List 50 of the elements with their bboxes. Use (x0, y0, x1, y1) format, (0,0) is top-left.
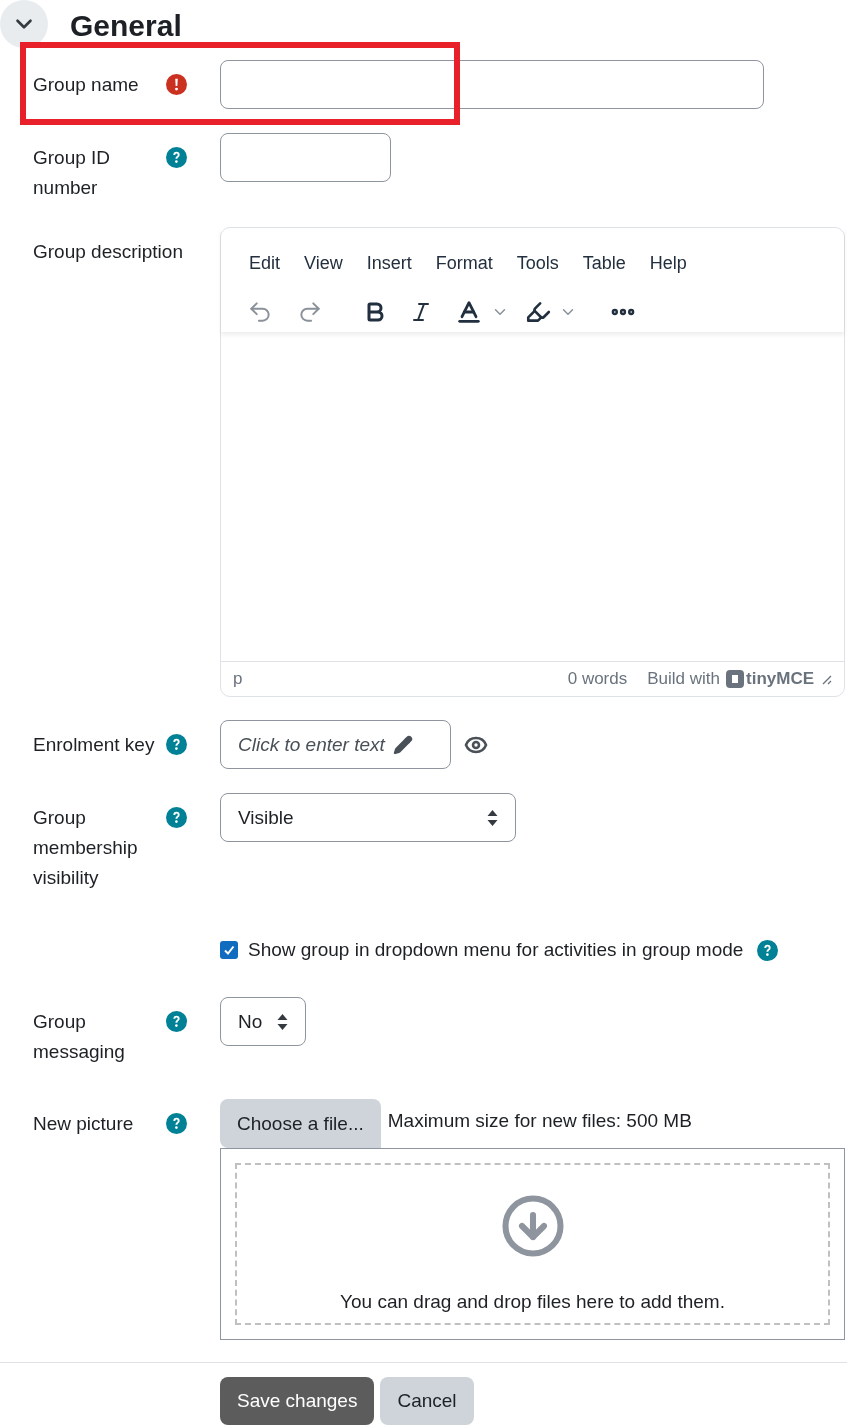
select-caret-icon (487, 808, 498, 827)
brand-caption: Build with (647, 668, 720, 690)
resize-handle-icon[interactable] (820, 673, 832, 685)
pencil-icon (392, 734, 413, 755)
menu-item[interactable]: Tools (506, 246, 569, 280)
help-icon[interactable] (166, 147, 187, 168)
checkbox-label[interactable]: Show group in dropdown menu for activities in group mode (248, 935, 744, 965)
help-icon[interactable] (166, 1011, 187, 1032)
cancel-button[interactable]: Cancel (380, 1377, 474, 1425)
field-label: New picture (33, 1112, 135, 1136)
redo-icon[interactable] (297, 299, 323, 325)
menu-item[interactable]: View (294, 246, 353, 280)
field-label: Enrolment key (33, 733, 156, 757)
save-button[interactable]: Save changes (220, 1377, 375, 1425)
word-count: 0 words (567, 668, 628, 690)
rich-text-editor[interactable]: Edit View Insert Format Tools Table Help p 0 words Build with tinyMCE (220, 227, 845, 697)
collapse-toggle[interactable] (0, 0, 48, 48)
checkbox[interactable] (220, 941, 238, 959)
undo-icon[interactable] (247, 299, 273, 325)
menu-item[interactable]: Format (425, 246, 503, 280)
field-label: Group ID number (33, 146, 112, 200)
help-icon[interactable] (166, 1113, 187, 1134)
text-field[interactable] (220, 60, 764, 109)
field-label: Group messaging (33, 1010, 126, 1064)
field-label: Group name (33, 73, 140, 97)
logo-icon (726, 670, 744, 688)
file-drop-area[interactable]: You can drag and drop files here to add them. (220, 1148, 845, 1340)
menu-item[interactable]: Help (639, 246, 697, 280)
menu-item[interactable]: Table (572, 246, 636, 280)
menu-item[interactable]: Insert (356, 246, 422, 280)
drop-hint: You can drag and drop files here to add them. (340, 1290, 725, 1314)
highlight-icon[interactable] (525, 299, 551, 325)
menu-item[interactable]: Edit (239, 246, 291, 280)
select-dropdown[interactable]: Visible (220, 793, 516, 842)
element-path: p (233, 668, 243, 690)
brand-name[interactable]: tinyMCE (746, 664, 814, 694)
help-icon[interactable] (166, 734, 187, 755)
text-field[interactable] (220, 133, 391, 182)
check-icon (223, 944, 235, 956)
field-label: Group membership visibility (33, 806, 139, 890)
field-label: Group description (33, 240, 183, 264)
section-title: General (70, 11, 182, 41)
text-color-icon[interactable] (455, 298, 483, 326)
help-icon[interactable] (757, 939, 779, 961)
enrolment-key-field[interactable]: Click to enter text (220, 720, 451, 769)
select-dropdown[interactable]: No (220, 997, 306, 1046)
help-icon[interactable] (166, 807, 187, 828)
select-caret-icon (277, 1012, 288, 1031)
choose-file-button[interactable]: Choose a file... (220, 1099, 381, 1148)
file-size-note: Maximum size for new files: 500 MB (387, 1109, 692, 1133)
